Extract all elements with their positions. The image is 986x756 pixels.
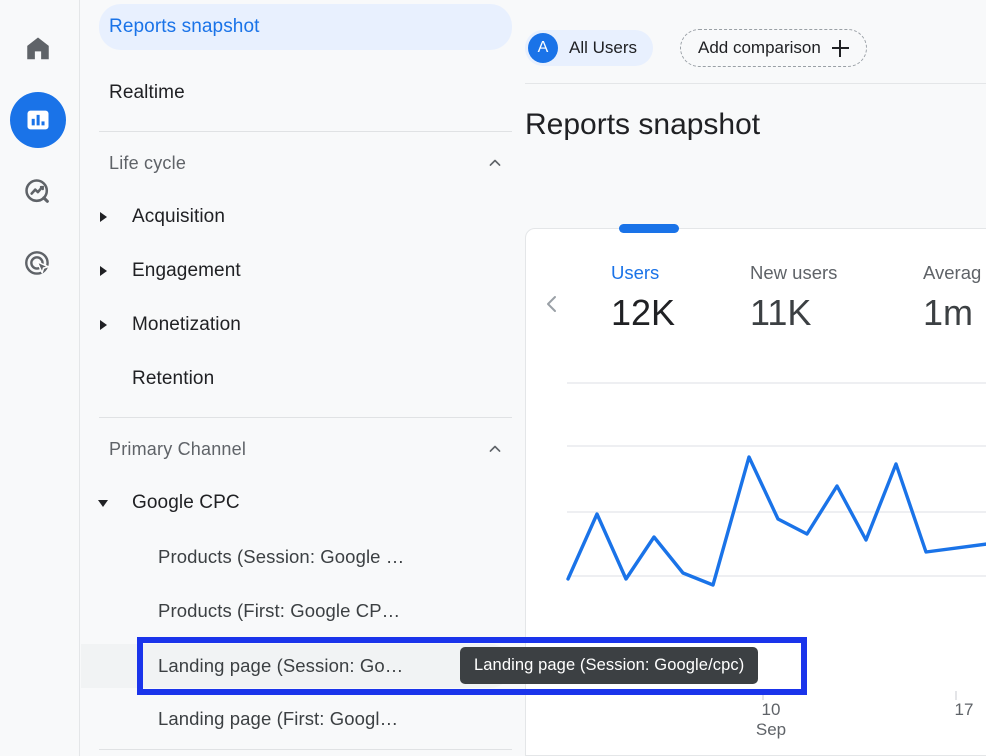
triangle-right-icon[interactable] bbox=[100, 212, 107, 222]
chevron-up-icon[interactable] bbox=[485, 153, 505, 173]
metric-value: 11K bbox=[750, 292, 812, 333]
nav-item-label: Monetization bbox=[132, 314, 241, 335]
nav-item-label: Acquisition bbox=[132, 206, 225, 227]
reports-navigation-panel: Reports snapshot Realtime Life cycle Acq… bbox=[81, 0, 525, 756]
metric-name: New users bbox=[750, 262, 838, 283]
nav-item-realtime[interactable]: Realtime bbox=[81, 70, 525, 116]
nav-item-retention[interactable]: Retention bbox=[81, 358, 525, 400]
x-axis-tick-10-sep: 10 Sep bbox=[746, 700, 796, 740]
nav-section-title: Life cycle bbox=[109, 152, 187, 173]
users-line-chart[interactable] bbox=[526, 369, 986, 755]
nav-item-label: Engagement bbox=[132, 260, 241, 281]
metric-new-users[interactable]: New users 11K bbox=[750, 262, 837, 334]
nav-section-primary-channel[interactable]: Primary Channel bbox=[81, 428, 525, 470]
nav-item-label: Landing page (First: Googl… bbox=[158, 708, 399, 729]
nav-section-life-cycle[interactable]: Life cycle bbox=[81, 142, 525, 184]
metric-value: 1m bbox=[923, 292, 974, 333]
x-axis-tick-label: 17 bbox=[954, 700, 974, 719]
metric-users[interactable]: Users 12K bbox=[611, 262, 675, 334]
avatar: A bbox=[528, 33, 558, 63]
nav-item-acquisition[interactable]: Acquisition bbox=[81, 196, 525, 238]
add-comparison-button[interactable]: Add comparison bbox=[680, 29, 867, 67]
left-icon-rail bbox=[0, 0, 80, 756]
nav-item-label: Landing page (Session: Go… bbox=[158, 655, 404, 676]
nav-item-landing-page-first[interactable]: Landing page (First: Googl… bbox=[81, 698, 525, 740]
explore-icon[interactable] bbox=[10, 164, 66, 220]
nav-item-engagement[interactable]: Engagement bbox=[81, 250, 525, 292]
nav-item-label: Reports snapshot bbox=[109, 16, 260, 37]
x-axis-tick-sublabel: Sep bbox=[755, 720, 787, 739]
x-axis-tick-label: 10 bbox=[761, 700, 781, 719]
metric-name: Users bbox=[611, 262, 660, 283]
nav-item-products-session[interactable]: Products (Session: Google … bbox=[81, 536, 525, 578]
nav-item-products-first[interactable]: Products (First: Google CP… bbox=[81, 590, 525, 632]
active-metric-indicator bbox=[619, 224, 679, 233]
chevron-up-icon[interactable] bbox=[485, 439, 505, 459]
metric-value: 12K bbox=[611, 292, 676, 333]
advertising-icon[interactable] bbox=[10, 236, 66, 292]
nav-item-google-cpc[interactable]: Google CPC bbox=[81, 482, 525, 524]
nav-item-label: Google CPC bbox=[132, 492, 240, 513]
add-comparison-label: Add comparison bbox=[698, 38, 821, 57]
triangle-right-icon[interactable] bbox=[100, 266, 107, 276]
nav-item-label: Products (First: Google CP… bbox=[158, 600, 401, 621]
comparison-bar: A All Users Add comparison bbox=[525, 0, 986, 84]
audience-chip-all-users[interactable]: A All Users bbox=[525, 30, 654, 66]
nav-item-landing-page-session[interactable]: Landing page (Session: Go… bbox=[81, 644, 525, 688]
ga4-reports-snapshot-screen: Reports snapshot Realtime Life cycle Acq… bbox=[0, 0, 986, 756]
nav-section-title: Primary Channel bbox=[109, 438, 247, 459]
triangle-right-icon[interactable] bbox=[100, 320, 107, 330]
nav-item-label: Retention bbox=[132, 368, 215, 389]
page-title: Reports snapshot bbox=[525, 108, 761, 141]
nav-item-reports-snapshot[interactable]: Reports snapshot bbox=[81, 0, 525, 54]
triangle-down-icon[interactable] bbox=[98, 500, 108, 507]
nav-divider bbox=[99, 749, 512, 750]
nav-divider bbox=[99, 131, 512, 132]
plus-icon bbox=[831, 39, 849, 57]
x-axis-tick-17: 17 bbox=[939, 700, 986, 720]
main-content: A All Users Add comparison Reports snaps… bbox=[525, 0, 986, 756]
nav-item-label: Realtime bbox=[109, 82, 185, 103]
nav-divider bbox=[99, 417, 512, 418]
home-icon[interactable] bbox=[10, 20, 66, 76]
reports-icon[interactable] bbox=[10, 92, 66, 148]
nav-item-monetization[interactable]: Monetization bbox=[81, 304, 525, 346]
metric-average-engagement-time[interactable]: Averag 1m bbox=[923, 262, 981, 334]
chevron-left-icon[interactable] bbox=[540, 292, 564, 316]
audience-chip-label: All Users bbox=[569, 38, 638, 57]
metric-name: Averag bbox=[923, 262, 982, 283]
nav-item-label: Products (Session: Google … bbox=[158, 546, 405, 567]
tooltip-landing-page-session: Landing page (Session: Google/cpc) bbox=[460, 647, 759, 684]
